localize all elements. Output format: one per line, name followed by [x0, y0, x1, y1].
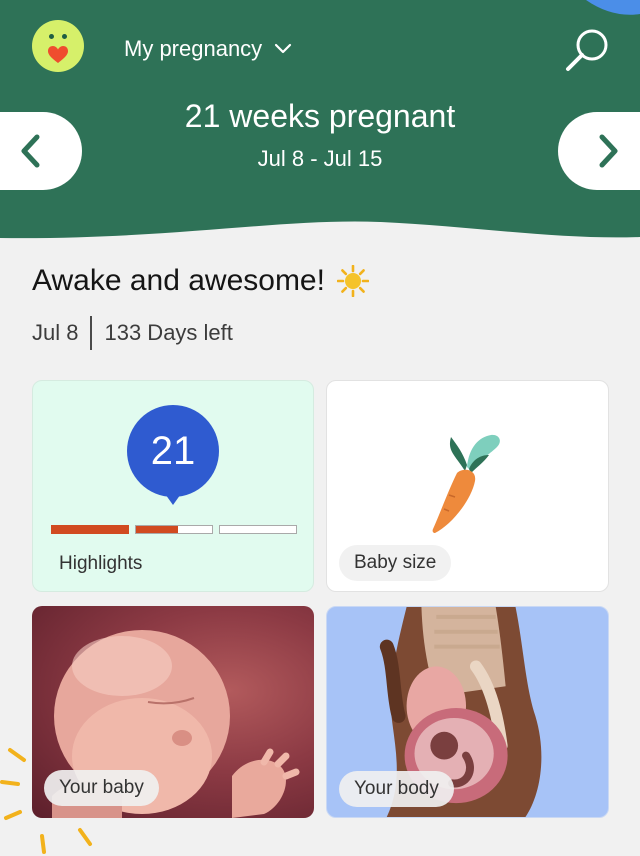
heart-icon [48, 46, 68, 63]
week-badge-number: 21 [150, 429, 196, 473]
your-body-chip: Your body [339, 771, 454, 807]
header: My pregnancy 21 weeks pregnant Jul 8 - J… [0, 0, 640, 245]
date-divider [90, 316, 93, 350]
chevron-right-icon [599, 134, 618, 168]
previous-week-button[interactable] [0, 112, 82, 190]
highlights-label: Highlights [59, 553, 143, 574]
progress-fill [52, 526, 128, 533]
progress-fill [136, 526, 178, 533]
progress-segment [135, 525, 213, 534]
chevron-down-icon [275, 43, 292, 54]
app-logo[interactable] [32, 20, 84, 72]
baby-size-chip: Baby size [339, 545, 452, 581]
greeting-text: Awake and awesome! [32, 264, 325, 297]
sun-icon [336, 265, 369, 297]
pregnancy-selector[interactable]: My pregnancy [124, 36, 292, 62]
carrot-icon [432, 434, 500, 533]
logo-eye-right [62, 34, 67, 39]
baby-size-card[interactable]: Baby size [326, 380, 609, 592]
days-left: 133 Days left [104, 320, 233, 345]
chevron-left-icon [21, 134, 40, 168]
highlights-card[interactable]: 21 Highlights [32, 380, 314, 592]
week-title: 21 weeks pregnant [184, 98, 456, 134]
week-date-range: Jul 8 - Jul 15 [257, 146, 383, 171]
progress-segment [51, 525, 129, 534]
current-date: Jul 8 [32, 320, 79, 345]
highlights-progress [51, 525, 297, 534]
date-line: Jul 8 133 Days left [32, 316, 233, 350]
search-icon[interactable] [562, 26, 612, 76]
sparkle-decoration [0, 748, 92, 854]
logo-eye-left [49, 34, 54, 39]
next-week-button[interactable] [558, 112, 640, 190]
your-body-card[interactable]: Your body [326, 606, 609, 818]
pregnancy-selector-label: My pregnancy [124, 36, 263, 61]
greeting: Awake and awesome! [32, 264, 369, 298]
progress-segment [219, 525, 297, 534]
